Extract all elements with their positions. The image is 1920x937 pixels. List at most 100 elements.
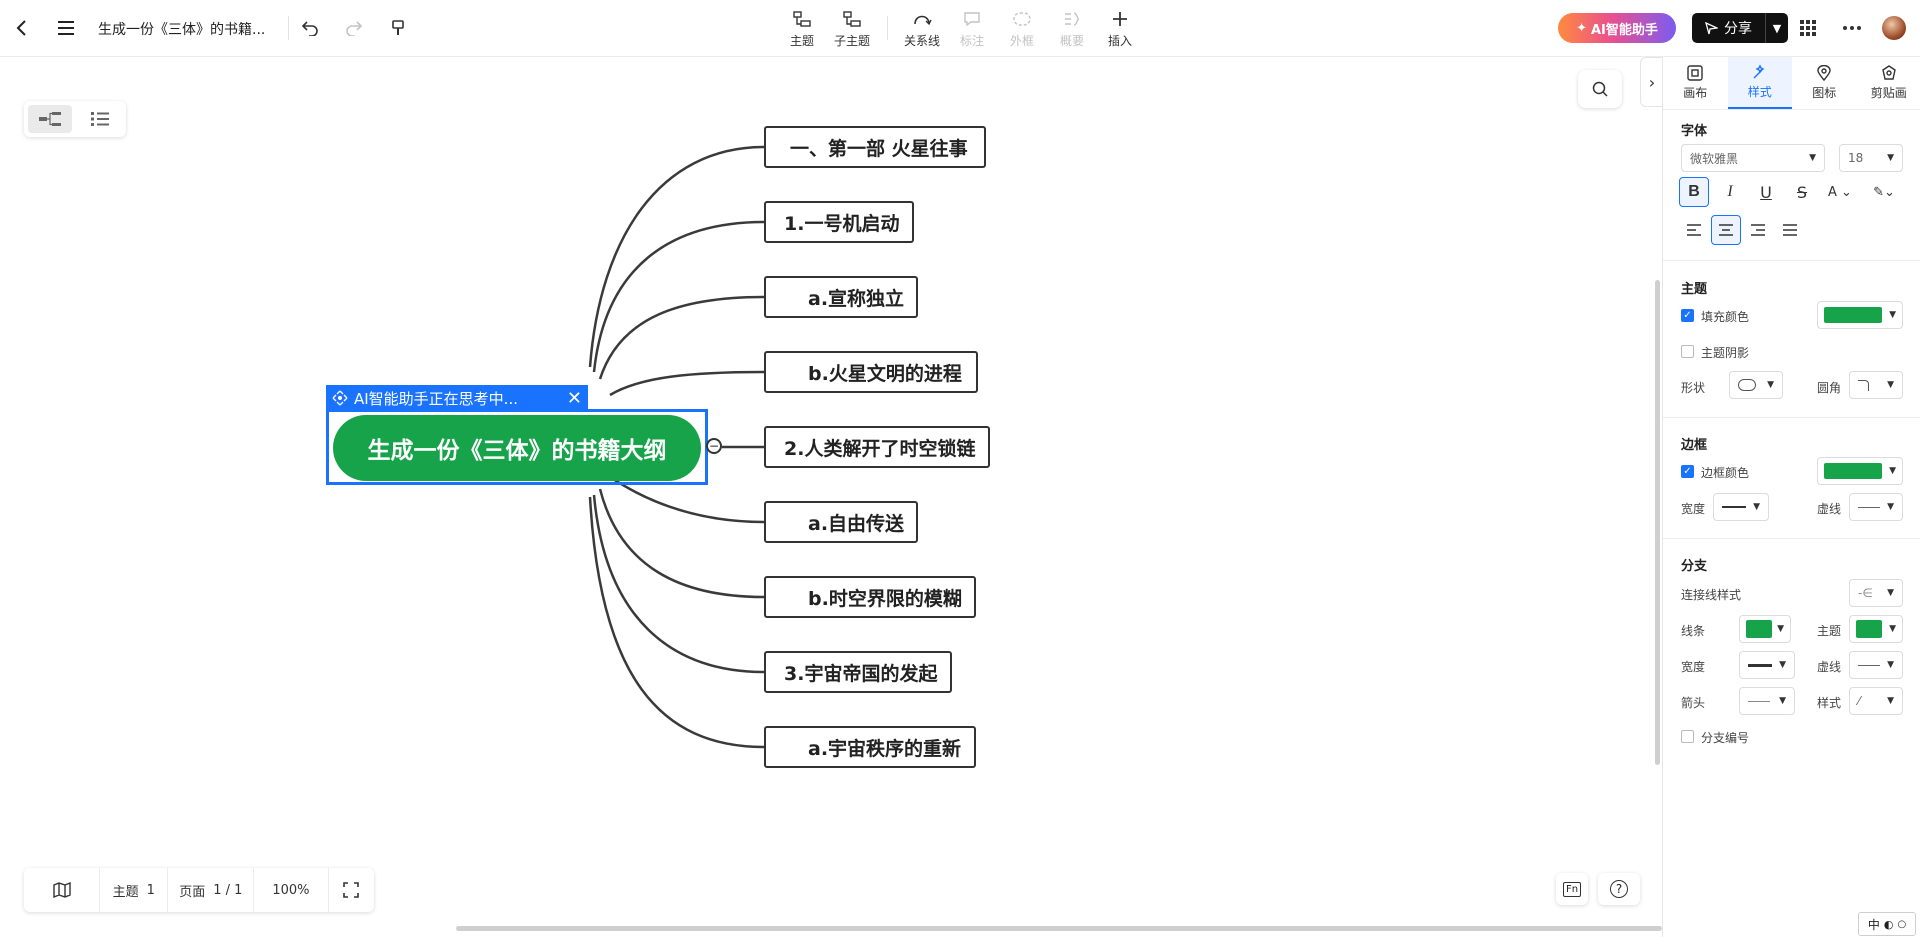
tab-clipart[interactable]: 剪贴画 <box>1857 57 1920 109</box>
bold-button[interactable]: B <box>1679 177 1709 207</box>
ai-assistant-label: AI智能助手 <box>1591 22 1658 38</box>
back-arrow-icon[interactable] <box>8 14 36 42</box>
tab-style[interactable]: 样式 <box>1727 57 1792 109</box>
apps-grid-icon[interactable] <box>1794 14 1822 42</box>
shape-select[interactable]: ▼ <box>1729 371 1783 399</box>
align-center-button[interactable] <box>1711 215 1741 245</box>
corner-select[interactable]: ▼ <box>1849 371 1903 399</box>
border-width-select[interactable]: ▼ <box>1713 493 1769 521</box>
branch-dash-select[interactable]: ▼ <box>1849 651 1903 679</box>
zoom-level[interactable]: 100% <box>254 868 329 912</box>
strikethrough-button[interactable]: S <box>1787 177 1817 207</box>
child-topic[interactable]: 3.宇宙帝国的发起 <box>764 651 952 693</box>
mindmap-connectors <box>588 145 765 749</box>
minimap-button[interactable] <box>24 868 101 912</box>
branch-line-color-picker[interactable]: ▼ <box>1739 615 1791 643</box>
child-topic[interactable]: a.自由传送 <box>764 501 918 543</box>
divider <box>288 16 289 40</box>
mindmap-view-button[interactable] <box>28 105 72 133</box>
divider <box>1663 417 1920 418</box>
text-color-button[interactable]: A ⌄ <box>1823 177 1857 207</box>
branch-line-color-swatch <box>1746 620 1772 638</box>
connector-style-select[interactable]: -∈ ▼ <box>1849 579 1903 607</box>
marker-icon <box>1817 65 1831 81</box>
child-topic[interactable]: a.宇宙秩序的重新 <box>764 726 976 768</box>
tool-label: 主题 <box>789 34 814 48</box>
line-style-icon <box>1858 506 1880 508</box>
horizontal-scrollbar[interactable] <box>456 926 1662 931</box>
justify-button[interactable] <box>1775 215 1805 245</box>
bold-icon: B <box>1688 183 1700 200</box>
close-icon[interactable]: ✕ <box>567 388 582 409</box>
menu-icon[interactable] <box>52 14 80 42</box>
font-size-select[interactable]: 18 ▼ <box>1839 144 1903 172</box>
fullscreen-button[interactable] <box>329 868 374 912</box>
branch-numbering-checkbox[interactable] <box>1681 730 1694 743</box>
child-topic[interactable]: a.宣称独立 <box>764 276 918 318</box>
collapse-panel-button[interactable]: › <box>1640 57 1663 107</box>
child-topic[interactable]: b.火星文明的进程 <box>764 351 978 393</box>
chevron-down-icon[interactable]: ▼ <box>1765 13 1788 43</box>
ai-assistant-button[interactable]: ✦ AI智能助手 <box>1558 13 1676 43</box>
collapse-branch-toggle[interactable]: − <box>706 438 722 454</box>
underline-button[interactable]: U <box>1751 177 1781 207</box>
topic-section-title: 主题 <box>1681 282 1708 297</box>
align-right-button[interactable] <box>1743 215 1773 245</box>
fill-color-swatch <box>1824 307 1882 323</box>
mindmap-view-icon <box>39 112 61 126</box>
undo-icon[interactable] <box>296 14 324 42</box>
clipart-icon <box>1881 65 1896 80</box>
input-method-indicator[interactable]: 中 ◐ ○ <box>1858 912 1916 936</box>
fill-color-label: 填充颜色 <box>1701 310 1750 324</box>
font-family-select[interactable]: 微软雅黑 ▼ <box>1681 144 1825 172</box>
share-button[interactable]: 分享 ▼ <box>1692 13 1788 43</box>
fill-color-checkbox[interactable]: ✓ <box>1681 309 1694 322</box>
insert-button[interactable]: 插入 <box>1098 8 1142 49</box>
fill-color-picker[interactable]: ▼ <box>1817 301 1903 329</box>
help-button[interactable]: ? <box>1598 873 1640 905</box>
redo-icon[interactable] <box>340 14 368 42</box>
insert-topic-button[interactable]: 主题 <box>780 8 824 49</box>
branch-style-select[interactable]: ⁄ ▼ <box>1849 687 1903 715</box>
arrow-select[interactable]: ▼ <box>1739 687 1795 715</box>
border-width-label: 宽度 <box>1681 502 1706 516</box>
boundary-button[interactable]: 外框 <box>1000 8 1044 49</box>
branch-topic-color-picker[interactable]: ▼ <box>1849 615 1903 643</box>
root-topic[interactable]: 生成一份《三体》的书籍大纲 <box>333 415 701 481</box>
chevron-right-icon: › <box>1648 72 1656 92</box>
mindmap-canvas[interactable] <box>0 57 1662 937</box>
search-button[interactable] <box>1578 70 1622 108</box>
tab-canvas[interactable]: 画布 <box>1663 57 1728 109</box>
align-left-icon <box>1687 224 1701 236</box>
outline-view-button[interactable] <box>78 105 122 133</box>
relationship-button[interactable]: 关系线 <box>900 8 944 49</box>
tab-marker[interactable]: 图标 <box>1792 57 1857 109</box>
border-color-checkbox[interactable]: ✓ <box>1681 465 1694 478</box>
corner-icon <box>1858 379 1869 391</box>
more-icon[interactable] <box>1838 14 1866 42</box>
chevron-down-icon: ▼ <box>1889 624 1896 634</box>
italic-button[interactable]: I <box>1715 177 1745 207</box>
border-dash-select[interactable]: ▼ <box>1849 493 1903 521</box>
align-left-button[interactable] <box>1679 215 1709 245</box>
page-indicator[interactable]: 页面 1 / 1 <box>168 868 255 912</box>
highlight-color-button[interactable]: ✎⌄ <box>1867 177 1901 207</box>
document-title[interactable]: 生成一份《三体》的书籍... <box>98 19 265 39</box>
child-topic[interactable]: 2.人类解开了时空锁链 <box>764 426 990 468</box>
topic-shadow-checkbox[interactable] <box>1681 345 1694 358</box>
border-color-swatch <box>1824 463 1882 479</box>
format-painter-icon[interactable] <box>384 14 412 42</box>
callout-button[interactable]: 标注 <box>950 8 994 49</box>
border-color-picker[interactable]: ▼ <box>1817 457 1903 485</box>
align-right-icon <box>1751 224 1765 236</box>
insert-subtopic-button[interactable]: 子主题 <box>830 8 874 49</box>
avatar[interactable] <box>1882 16 1906 40</box>
canvas-icon <box>1687 65 1703 81</box>
child-topic[interactable]: 一、第一部 火星往事 <box>764 126 986 168</box>
vertical-scrollbar[interactable] <box>1655 280 1660 765</box>
branch-width-select[interactable]: ▼ <box>1739 651 1795 679</box>
child-topic[interactable]: 1.一号机启动 <box>764 201 914 243</box>
child-topic[interactable]: b.时空界限的模糊 <box>764 576 976 618</box>
summary-button[interactable]: 概要 <box>1050 8 1094 49</box>
shortcut-keys-button[interactable]: Fn <box>1556 873 1588 905</box>
